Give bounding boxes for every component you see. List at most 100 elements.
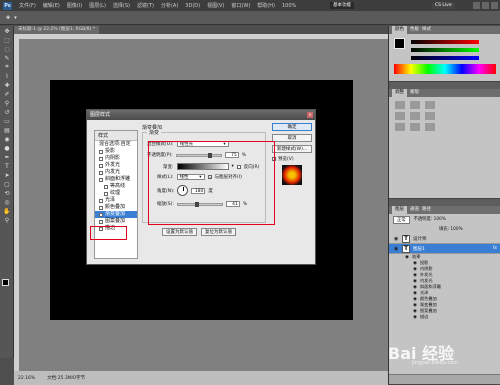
document-tab[interactable]: 未标题-1 @ 22.2% (图层1, RGB/8) *	[14, 26, 100, 34]
checkbox-icon[interactable]	[99, 198, 103, 203]
effect-item[interactable]: 图案叠加	[95, 218, 137, 225]
new-style-button[interactable]: 新建样式(W)...	[272, 145, 312, 153]
eye-icon[interactable]: ◉	[413, 273, 417, 278]
menu-filter[interactable]: 滤镜(T)	[137, 2, 154, 9]
effect-item[interactable]: 等高线	[95, 183, 137, 190]
clone-stamp-icon[interactable]: ⚲	[2, 99, 12, 107]
checkbox-icon[interactable]	[99, 205, 103, 210]
blue-slider[interactable]	[411, 56, 479, 60]
green-slider[interactable]	[411, 48, 479, 52]
reset-default-button[interactable]: 复位为默认值	[201, 228, 236, 236]
checkbox-icon[interactable]	[99, 219, 103, 224]
3d-camera-icon[interactable]: ◎	[2, 198, 12, 206]
fx-icon[interactable]: fx	[493, 246, 497, 251]
eraser-icon[interactable]: ▭	[2, 117, 12, 125]
close-icon[interactable]: ✕	[307, 112, 313, 118]
options-dropdown-icon[interactable]: ▾	[14, 15, 17, 21]
status-zoom[interactable]: 22.16%	[18, 376, 35, 381]
healing-brush-icon[interactable]: ✚	[2, 81, 12, 89]
tab-adjustments[interactable]: 调整	[392, 89, 407, 97]
foreground-color-swatch[interactable]	[2, 279, 9, 286]
tab-swatches[interactable]: 色板	[410, 26, 419, 34]
checkbox-icon[interactable]	[99, 163, 103, 168]
gradient-tool-icon[interactable]: ▤	[2, 126, 12, 134]
eyedropper-icon[interactable]: ⌇	[2, 72, 12, 80]
menu-select[interactable]: 选择(S)	[113, 2, 130, 9]
brightness-icon[interactable]	[395, 101, 405, 109]
effect-row[interactable]: ◉ 描边	[389, 314, 500, 320]
menu-3d[interactable]: 3D(D)	[185, 3, 200, 9]
brush-tool-icon[interactable]: ✐	[2, 90, 12, 98]
crop-tool-icon[interactable]: ⌗	[2, 63, 12, 71]
tab-masks[interactable]: 蒙版	[410, 89, 419, 97]
levels-icon[interactable]	[410, 101, 420, 109]
close-icon[interactable]	[491, 2, 498, 9]
photo-filter-icon[interactable]	[425, 123, 435, 131]
effect-item[interactable]: 光泽	[95, 197, 137, 204]
eye-icon[interactable]: ◉	[405, 255, 409, 260]
move-tool-icon[interactable]: ✥	[6, 15, 10, 21]
eye-icon[interactable]: ◉	[413, 309, 417, 314]
vibrance-icon[interactable]	[410, 112, 420, 120]
quick-select-icon[interactable]: ✎	[2, 54, 12, 62]
eye-icon[interactable]: ◉	[413, 303, 417, 308]
exposure-icon[interactable]	[395, 112, 405, 120]
type-tool-icon[interactable]: T	[2, 162, 12, 170]
workspace-button[interactable]: 基本功能	[330, 2, 354, 9]
styles-header[interactable]: 样式	[95, 131, 137, 141]
tab-channels[interactable]: 通道	[410, 206, 419, 214]
move-tool-icon[interactable]: ✥	[2, 27, 12, 35]
effect-item[interactable]: 纹理	[95, 190, 137, 197]
cancel-button[interactable]: 取消	[272, 134, 312, 142]
cs-live-button[interactable]: CS Live	[432, 2, 455, 9]
3d-rotate-icon[interactable]: ⟲	[2, 189, 12, 197]
history-brush-icon[interactable]: ↺	[2, 108, 12, 116]
ok-button[interactable]: 确定	[272, 123, 312, 131]
layer-row[interactable]: ◉ T 设计师	[389, 234, 500, 244]
menu-edit[interactable]: 编辑(E)	[43, 2, 60, 9]
curves-icon[interactable]	[425, 101, 435, 109]
eye-icon[interactable]: ◉	[413, 297, 417, 302]
checkbox-icon[interactable]	[99, 177, 103, 182]
effect-item[interactable]: 投影	[95, 148, 137, 155]
bw-icon[interactable]	[410, 123, 420, 131]
tab-layers[interactable]: 图层	[392, 206, 407, 214]
layer-opacity[interactable]: 不透明度: 100%	[414, 216, 446, 224]
color-spectrum[interactable]	[394, 64, 496, 74]
effect-item-selected[interactable]: 渐变叠加	[95, 211, 137, 218]
checkbox-icon[interactable]	[99, 156, 103, 161]
pen-tool-icon[interactable]: ✒	[2, 153, 12, 161]
menu-help[interactable]: 帮助(H)	[257, 2, 275, 9]
menu-analysis[interactable]: 分析(A)	[161, 2, 178, 9]
effect-item[interactable]: 颜色叠加	[95, 204, 137, 211]
menu-image[interactable]: 图像(I)	[67, 2, 82, 9]
eye-icon[interactable]: ◉	[413, 315, 417, 320]
effect-item[interactable]: 内发光	[95, 169, 137, 176]
effect-item[interactable]: 内阴影	[95, 155, 137, 162]
hand-tool-icon[interactable]: ✋	[2, 207, 12, 215]
blur-tool-icon[interactable]: ◉	[2, 135, 12, 143]
marquee-tool-icon[interactable]: ⬚	[2, 36, 12, 44]
eye-icon[interactable]: ◉	[413, 291, 417, 296]
red-slider[interactable]	[411, 40, 479, 44]
tab-styles[interactable]: 样式	[422, 26, 431, 34]
layer-name[interactable]: 设计师	[413, 236, 427, 242]
hue-icon[interactable]	[425, 112, 435, 120]
menu-view[interactable]: 视图(V)	[207, 2, 224, 9]
eye-icon[interactable]: ◉	[413, 261, 417, 266]
eye-icon[interactable]: ◉	[413, 279, 417, 284]
effect-item[interactable]: 外发光	[95, 162, 137, 169]
blend-options-item[interactable]: 混合选项:自定	[95, 141, 137, 148]
layer-fill[interactable]: 填充: 100%	[389, 226, 500, 234]
layer-row-selected[interactable]: ◉ T 图层1 fx	[389, 244, 500, 254]
blend-mode-dropdown[interactable]: 正常	[393, 216, 410, 224]
layer-name[interactable]: 图层1	[413, 246, 425, 252]
effect-item[interactable]: 斜面和浮雕	[95, 176, 137, 183]
menu-layer[interactable]: 图层(L)	[89, 2, 106, 9]
checkbox-icon[interactable]	[104, 191, 108, 196]
color-fg-swatch[interactable]	[394, 38, 405, 49]
eye-icon[interactable]: ◉	[413, 285, 417, 290]
maximize-icon[interactable]	[482, 2, 489, 9]
checkbox-icon[interactable]	[104, 184, 108, 189]
zoom-select[interactable]: 100%	[282, 3, 296, 9]
